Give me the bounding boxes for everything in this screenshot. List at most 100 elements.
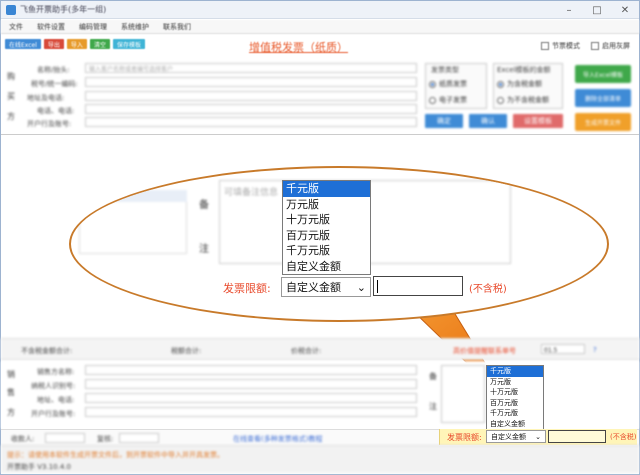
- limit-option[interactable]: 千万元版: [283, 243, 370, 259]
- seller-side-char: 方: [7, 408, 15, 417]
- delete-all-button[interactable]: 删除全部清单: [575, 89, 631, 107]
- payee-input[interactable]: [45, 433, 85, 443]
- seller-taxid-input[interactable]: [85, 379, 417, 389]
- checkbox-grey-screen[interactable]: 启用灰屏: [591, 41, 630, 51]
- footer-version: 开票助手 V3.10.4.0: [7, 463, 71, 471]
- buyer-bank-label: 开户行及账号:: [27, 120, 72, 128]
- generate-file-button[interactable]: 生成开票文件: [575, 113, 631, 131]
- radio-label: 为含税金额: [507, 80, 542, 88]
- buyer-taxid-input[interactable]: [85, 77, 417, 87]
- checkbox-label: 节票模式: [552, 42, 580, 50]
- radio-label: 为不含税金额: [507, 96, 549, 104]
- limit-dropdown-list: 千元版 万元版 十万元版 百万元版 千万元版 自定义金额: [486, 365, 544, 430]
- tax-note: (不含税): [469, 284, 507, 295]
- close-button[interactable]: ✕: [611, 1, 639, 19]
- limit-label: 发票限额:: [223, 282, 271, 295]
- radio-label: 纸质发票: [439, 80, 467, 88]
- radio-e-invoice[interactable]: 电子发票: [429, 95, 467, 105]
- remark-side-char: 备: [199, 200, 209, 211]
- high-value-text: 01.5: [544, 347, 558, 354]
- total-tax-label: 税额合计:: [171, 347, 202, 355]
- high-value-input[interactable]: 01.5: [541, 344, 585, 354]
- maximize-button[interactable]: □: [583, 1, 611, 19]
- toolbar-import-button[interactable]: 导入: [66, 39, 87, 49]
- buyer-name-input[interactable]: 输入客户名称或者编号选择客户: [85, 63, 417, 73]
- toolbar-clear-button[interactable]: 清空: [89, 39, 110, 49]
- menu-settings[interactable]: 软件设置: [37, 22, 65, 32]
- app-window: 飞鱼开票助手(多年一组) – □ ✕ 文件 软件设置 编码管理 系统维护 联系我…: [0, 0, 640, 475]
- toolbar-export-button[interactable]: 导出: [43, 39, 64, 49]
- limit-option[interactable]: 百万元版: [487, 398, 543, 409]
- seller-side-char: 销: [7, 370, 15, 379]
- limit-option[interactable]: 十万元版: [283, 212, 370, 228]
- limit-amount-input[interactable]: [373, 276, 463, 296]
- limit-selected-value: 自定义金额: [286, 281, 341, 294]
- high-value-label: 高价值提醒联系单号: [453, 347, 516, 355]
- limit-bar: 发票限额: 自定义金额 ⌄ (不含税): [439, 429, 637, 445]
- menu-maintenance[interactable]: 系统维护: [121, 22, 149, 32]
- seller-name-input[interactable]: [85, 365, 417, 375]
- chevron-down-icon: ⌄: [535, 432, 541, 441]
- buyer-taxid-label: 税号/统一编码:: [31, 80, 78, 88]
- menu-codes[interactable]: 编码管理: [79, 22, 107, 32]
- toolbar: 在线Excel 导出 导入 清空 保存模板: [5, 39, 145, 49]
- seller-bank-input[interactable]: [85, 407, 417, 417]
- limit-option[interactable]: 十万元版: [487, 387, 543, 398]
- limit-select[interactable]: 自定义金额 ⌄: [281, 277, 371, 297]
- minimize-button[interactable]: –: [555, 1, 583, 19]
- page-title: 增值税发票（纸质）: [249, 41, 348, 54]
- remark-side-char-small: 注: [429, 402, 437, 411]
- seller-name-label: 销售方名称:: [37, 368, 75, 376]
- seller-taxid-label: 纳税人识别号:: [31, 382, 76, 390]
- limit-option[interactable]: 千元版: [487, 366, 543, 377]
- limit-amount-input-small[interactable]: [548, 430, 606, 443]
- buyer-address-input[interactable]: [85, 91, 417, 101]
- radio-tax-included[interactable]: 为含税金额: [497, 79, 542, 89]
- limit-option[interactable]: 百万元版: [283, 228, 370, 244]
- radio-tax-excluded[interactable]: 为不含税金额: [497, 95, 549, 105]
- total-incl-label: 价税合计:: [291, 347, 322, 355]
- checkbox-save-mode[interactable]: 节票模式: [541, 41, 580, 51]
- limit-option[interactable]: 千万元版: [487, 408, 543, 419]
- tax-note-small: (不含税): [610, 433, 637, 441]
- buyer-phone-input[interactable]: [85, 104, 417, 114]
- toolbar-save-template-button[interactable]: 保存模板: [112, 39, 145, 49]
- checkbox-box: [541, 42, 549, 50]
- limit-option[interactable]: 千元版: [283, 181, 370, 197]
- tutorial-link[interactable]: 在线查看(多种发票格式)教程: [233, 434, 322, 444]
- set-template-button[interactable]: 设置模板: [513, 114, 563, 128]
- limit-select-small[interactable]: 自定义金额 ⌄: [486, 430, 546, 443]
- limit-option[interactable]: 万元版: [487, 377, 543, 388]
- magnified-callout: 备 注 可填备注信息 千元版 万元版 十万元版 百万元版 千万元版 自定义金额 …: [69, 166, 609, 322]
- seller-bank-label: 开户行及账号:: [31, 410, 76, 418]
- buyer-address-label: 地址及电话:: [27, 94, 65, 102]
- title-bar: 飞鱼开票助手(多年一组) – □ ✕: [1, 1, 639, 19]
- footer-notice: 提示：请使用本软件生成开票文件后，到开票软件中导入并开具发票。: [7, 451, 224, 459]
- app-icon: [6, 4, 16, 15]
- seller-remark-field[interactable]: [441, 365, 485, 423]
- radio-dot: [429, 96, 436, 104]
- totals-row: 不含税金额合计: 税额合计: 价税合计: 高价值提醒联系单号 01.5 ?: [1, 338, 639, 360]
- buyer-side-char: 买: [7, 92, 15, 101]
- seller-address-input[interactable]: [85, 393, 417, 403]
- radio-dot: [497, 80, 504, 88]
- limit-option[interactable]: 自定义金额: [283, 259, 370, 275]
- reviewer-input[interactable]: [119, 433, 159, 443]
- import-excel-button[interactable]: 导入Excel模板: [575, 65, 631, 83]
- confirm-button[interactable]: 确定: [425, 114, 463, 128]
- ok-button[interactable]: 确认: [469, 114, 507, 128]
- menu-file[interactable]: 文件: [9, 22, 23, 32]
- seller-address-label: 地址、电话:: [37, 396, 75, 404]
- limit-option[interactable]: 自定义金额: [487, 419, 543, 430]
- radio-paper-invoice[interactable]: 纸质发票: [429, 79, 467, 89]
- payee-label: 收款人:: [11, 435, 35, 443]
- seller-side-char: 售: [7, 388, 15, 397]
- toolbar-excel-button[interactable]: 在线Excel: [5, 39, 41, 49]
- radio-label: 电子发票: [439, 96, 467, 104]
- help-link[interactable]: ?: [593, 346, 597, 354]
- menu-contact[interactable]: 联系我们: [163, 22, 191, 32]
- buyer-bank-input[interactable]: [85, 117, 417, 127]
- limit-option[interactable]: 万元版: [283, 197, 370, 213]
- chevron-down-icon: ⌄: [356, 280, 366, 294]
- magnified-left-header: [79, 190, 187, 202]
